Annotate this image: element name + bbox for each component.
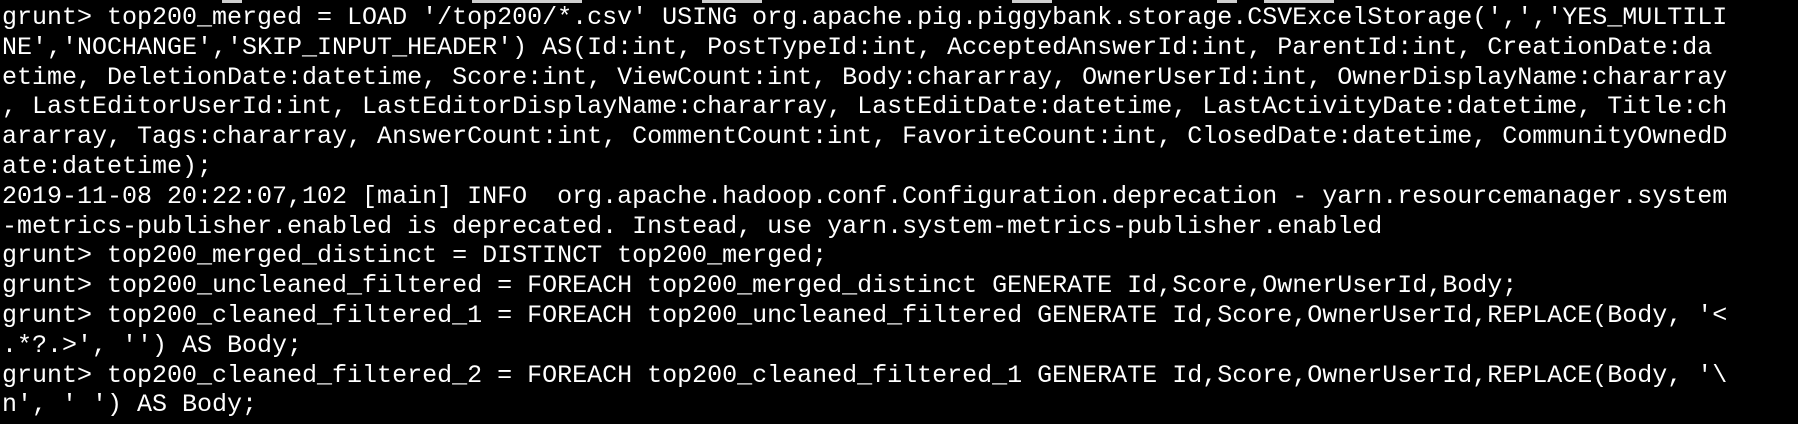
- terminal-window[interactable]: grunt> top200_merged = LOAD '/top200/*.c…: [2, 0, 1796, 424]
- terminal-line: grunt> top200_cleaned_filtered_1 = FOREA…: [2, 300, 1728, 330]
- terminal-line: etime, DeletionDate:datetime, Score:int,…: [2, 62, 1728, 92]
- terminal-line: grunt> top200_uncleaned_filtered = FOREA…: [2, 271, 1518, 301]
- terminal-line: grunt> top200_cleaned_filtered_2 = FOREA…: [2, 360, 1728, 390]
- log-line: -metrics-publisher.enabled is deprecated…: [2, 211, 1383, 241]
- terminal-line: , LastEditorUserId:int, LastEditorDispla…: [2, 92, 1728, 122]
- terminal-line: ate:datetime);: [2, 151, 213, 181]
- terminal-line: .*?.>', '') AS Body;: [2, 330, 303, 360]
- log-line: 2019-11-08 20:22:07,102 [main] INFO org.…: [2, 181, 1728, 211]
- terminal-line: grunt> top200_merged_distinct = DISTINCT…: [2, 241, 828, 271]
- terminal-output: grunt> top200_merged = LOAD '/top200/*.c…: [2, 3, 1727, 420]
- terminal-line: grunt> top200_merged = LOAD '/top200/*.c…: [2, 3, 1728, 32]
- terminal-line: NE','NOCHANGE','SKIP_INPUT_HEADER') AS(I…: [2, 32, 1713, 62]
- terminal-line: ararray, Tags:chararray, AnswerCount:int…: [2, 122, 1728, 152]
- terminal-line: n', ' ') AS Body;: [2, 390, 258, 420]
